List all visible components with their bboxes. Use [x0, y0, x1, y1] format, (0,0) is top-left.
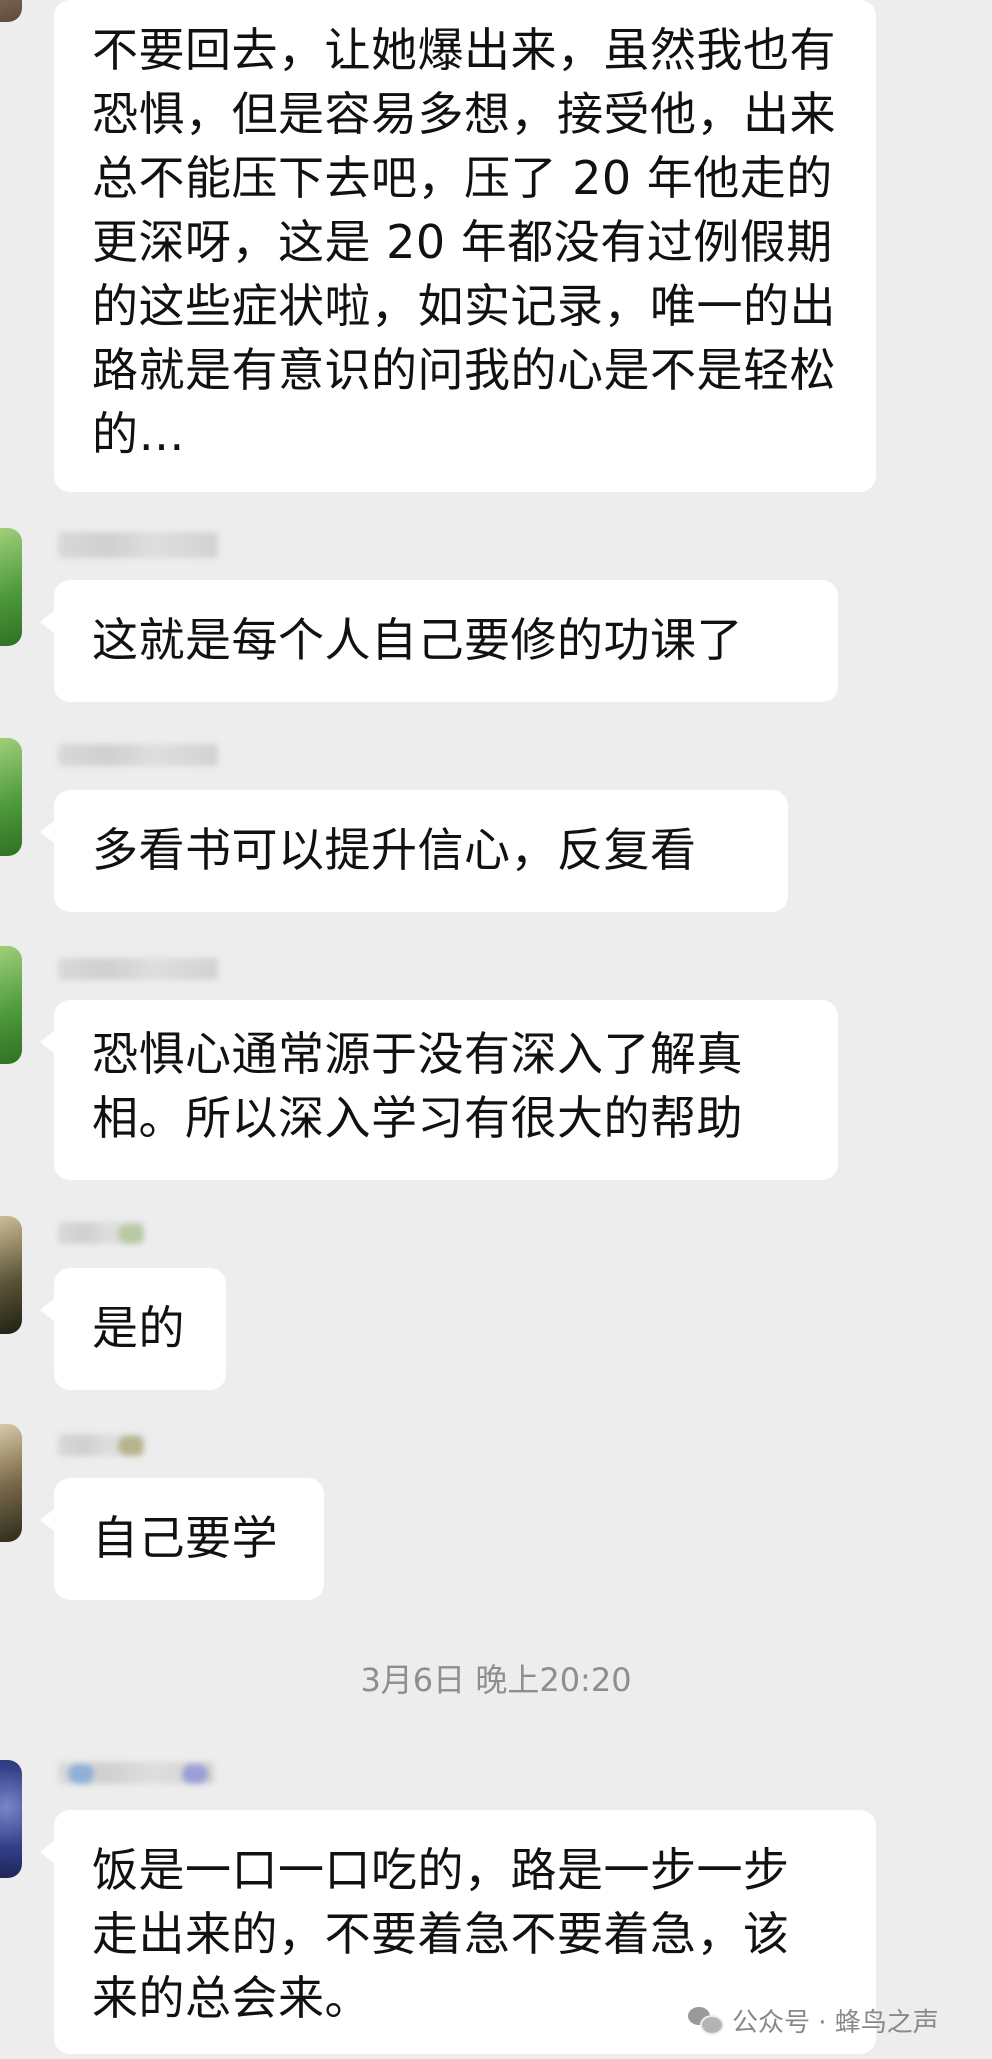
message-text: 饭是一口一口吃的，路是一步一步走出来的，不要着急不要着急，该来的总会来。: [92, 1843, 790, 2025]
message-text: 恐惧心通常源于没有深入了解真相。所以深入学习有很大的帮助: [92, 1027, 743, 1145]
message-text: 这就是每个人自己要修的功课了: [92, 613, 743, 667]
watermark-text: 公众号 · 蜂鸟之声: [732, 2007, 939, 2038]
sender-name-blurred: [58, 1434, 144, 1456]
message-bubble[interactable]: 恐惧心通常源于没有深入了解真相。所以深入学习有很大的帮助: [40, 1000, 838, 1180]
sender-avatar[interactable]: [0, 528, 22, 646]
sender-avatar[interactable]: [0, 0, 22, 22]
message-bubble[interactable]: 多看书可以提升信心，反复看: [40, 790, 788, 912]
sender-avatar[interactable]: [0, 738, 22, 856]
message-bubble[interactable]: 不要回去，让她爆出来，虽然我也有恐惧，但是容易多想，接受他，出来总不能压下去吧，…: [54, 0, 876, 492]
sender-avatar[interactable]: [0, 1424, 22, 1542]
message-text: 是的: [92, 1301, 185, 1355]
message-text: 不要回去，让她爆出来，虽然我也有恐惧，但是容易多想，接受他，出来总不能压下去吧，…: [92, 23, 836, 461]
sender-name-blurred: [58, 744, 218, 766]
sender-avatar[interactable]: [0, 1760, 22, 1878]
sender-name-blurred: [58, 1762, 214, 1784]
message-text: 自己要学: [92, 1511, 278, 1565]
sender-name-blurred: [58, 532, 218, 558]
sender-avatar[interactable]: [0, 946, 22, 1064]
message-bubble[interactable]: 自己要学: [40, 1478, 324, 1600]
watermark: 公众号 · 蜂鸟之声: [688, 2000, 939, 2040]
chat-timestamp: 3月6日 晚上20:20: [360, 1661, 632, 1699]
message-text: 多看书可以提升信心，反复看: [92, 823, 697, 877]
wechat-icon: [688, 2005, 724, 2035]
sender-name-blurred: [58, 1222, 144, 1244]
sender-name-blurred: [58, 958, 218, 980]
message-bubble[interactable]: 是的: [40, 1268, 226, 1390]
sender-avatar[interactable]: [0, 1216, 22, 1334]
message-bubble[interactable]: 这就是每个人自己要修的功课了: [40, 580, 838, 702]
